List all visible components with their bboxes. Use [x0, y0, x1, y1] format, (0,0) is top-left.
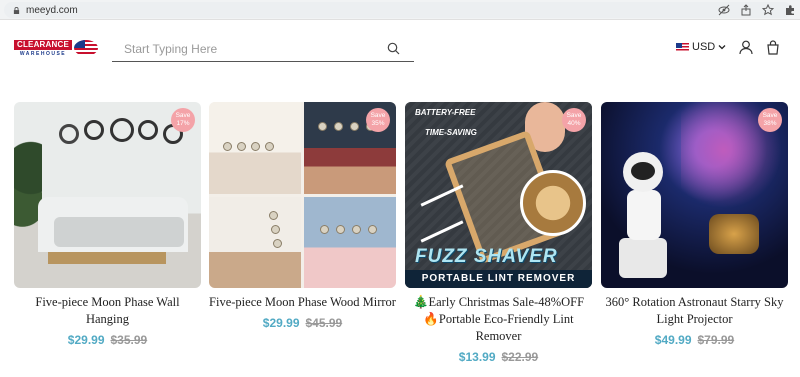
- search-bar: [112, 36, 414, 62]
- image-subline: PORTABLE LINT REMOVER: [405, 270, 592, 288]
- star-icon[interactable]: [761, 3, 775, 16]
- sale-price: $49.99: [654, 333, 692, 347]
- product-grid: Save 17% Five-piece Moon Phase Wall Hangi…: [14, 102, 788, 372]
- product-image-astronaut-projector[interactable]: Save 38%: [601, 102, 788, 288]
- product-image-lint-remover[interactable]: BATTERY-FREE TIME-SAVING FUZZ SHAVER POR…: [405, 102, 592, 288]
- discount-badge: Save 35%: [366, 108, 390, 132]
- sale-price: $29.99: [262, 316, 300, 330]
- product-card[interactable]: Save 17% Five-piece Moon Phase Wall Hangi…: [14, 102, 201, 347]
- product-price: $29.99 $35.99: [14, 333, 201, 347]
- share-icon[interactable]: [740, 3, 752, 16]
- user-icon[interactable]: [739, 40, 753, 55]
- search-input[interactable]: [124, 40, 374, 58]
- currency-label: USD: [692, 41, 716, 53]
- eye-off-icon[interactable]: [718, 3, 730, 16]
- currency-selector[interactable]: USD: [676, 41, 726, 53]
- image-feature-battery-free: BATTERY-FREE: [415, 108, 476, 117]
- sale-price: $29.99: [67, 333, 105, 347]
- product-title[interactable]: 🎄Early Christmas Sale-48%OFF 🔥Portable E…: [405, 294, 592, 345]
- original-price: $45.99: [305, 316, 343, 330]
- product-title[interactable]: Five-piece Moon Phase Wall Hanging: [14, 294, 201, 328]
- discount-badge: Save 38%: [758, 108, 782, 132]
- extension-icon[interactable]: [784, 3, 796, 15]
- product-image-moon-wall-hanging[interactable]: Save 17%: [14, 102, 201, 288]
- url-text: meeyd.com: [26, 5, 78, 16]
- browser-toolbar: meeyd.com: [0, 0, 800, 20]
- product-price: $13.99 $22.99: [405, 350, 592, 364]
- product-card[interactable]: Save 35% Five-piece Moon Phase Wood Mirro…: [209, 102, 396, 330]
- product-title-line-1: 🎄Early Christmas Sale-48%OFF: [412, 295, 585, 309]
- product-title[interactable]: 360° Rotation Astronaut Starry Sky Light…: [601, 294, 788, 328]
- product-card[interactable]: Save 38% 360° Rotation Astronaut Starry S…: [601, 102, 788, 347]
- product-card[interactable]: BATTERY-FREE TIME-SAVING FUZZ SHAVER POR…: [405, 102, 592, 364]
- lock-icon[interactable]: [13, 7, 20, 14]
- original-price: $22.99: [501, 350, 539, 364]
- image-feature-time-saving: TIME-SAVING: [425, 128, 477, 137]
- product-title-line-2: 🔥Portable Eco-Friendly Lint Remover: [423, 312, 574, 343]
- us-flag-icon: [676, 42, 689, 52]
- logo-text: CLEARANCE: [14, 40, 72, 50]
- clearance-warehouse-logo[interactable]: CLEARANCE WAREHOUSE: [14, 40, 98, 58]
- original-price: $35.99: [110, 333, 148, 347]
- search-icon[interactable]: [387, 42, 400, 55]
- us-flag-logo-icon: [74, 40, 98, 56]
- original-price: $79.99: [697, 333, 735, 347]
- logo-subtext: WAREHOUSE: [19, 51, 67, 57]
- product-image-moon-wood-mirror[interactable]: Save 35%: [209, 102, 396, 288]
- discount-badge: Save 40%: [562, 108, 586, 132]
- shopping-bag-icon[interactable]: [766, 40, 780, 55]
- image-headline: FUZZ SHAVER: [415, 246, 558, 267]
- discount-badge: Save 17%: [171, 108, 195, 132]
- address-bar[interactable]: meeyd.com: [4, 2, 792, 18]
- sale-price: $13.99: [458, 350, 496, 364]
- site-header: CLEARANCE WAREHOUSE USD: [0, 20, 800, 82]
- product-price: $49.99 $79.99: [601, 333, 788, 347]
- product-title[interactable]: Five-piece Moon Phase Wood Mirror: [209, 294, 396, 311]
- product-price: $29.99 $45.99: [209, 316, 396, 330]
- chevron-down-icon: [718, 45, 726, 50]
